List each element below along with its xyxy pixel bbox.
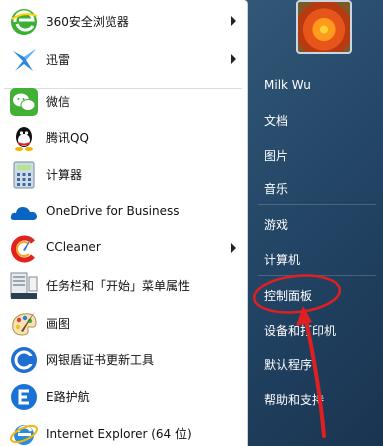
computer-link[interactable]: 计算机	[264, 251, 300, 268]
program-label: 画图	[46, 317, 71, 331]
e-escort-icon	[11, 384, 37, 410]
user-name-link[interactable]: Milk Wu	[264, 78, 311, 92]
program-label: 360安全浏览器	[46, 15, 129, 29]
program-label: 腾讯QQ	[46, 131, 89, 145]
program-calculator[interactable]: 计算器	[0, 156, 247, 193]
pictures-link[interactable]: 图片	[264, 147, 288, 164]
program-bank-shield-updater[interactable]: 网银盾证书更新工具	[0, 341, 247, 378]
ccleaner-icon	[11, 235, 35, 263]
documents-link[interactable]: 文档	[264, 112, 288, 129]
program-label: 网银盾证书更新工具	[46, 353, 155, 367]
divider	[258, 275, 376, 276]
music-link[interactable]: 音乐	[264, 180, 288, 197]
programs-pane: 360安全浏览器 迅雷 微信 腾讯QQ 计算器 OneDrive for Bus…	[0, 0, 248, 446]
games-link[interactable]: 游戏	[264, 216, 288, 233]
program-paint[interactable]: 画图	[0, 305, 247, 342]
program-xunlei[interactable]: 迅雷	[0, 41, 247, 78]
program-internet-explorer[interactable]: Internet Explorer (64 位)	[0, 415, 247, 446]
program-label: Internet Explorer (64 位)	[46, 427, 192, 441]
submenu-arrow-icon[interactable]	[231, 16, 236, 26]
program-360-browser[interactable]: 360安全浏览器	[0, 3, 247, 40]
program-wechat[interactable]: 微信	[0, 83, 247, 120]
program-label: 任务栏和「开始」菜单属性	[46, 279, 191, 293]
program-e-escort[interactable]: E路护航	[0, 378, 247, 415]
devices-printers-link[interactable]: 设备和打印机	[264, 322, 336, 339]
wechat-icon	[10, 88, 38, 116]
calculator-icon	[13, 161, 35, 189]
360-browser-icon	[11, 9, 38, 35]
bank-shield-icon	[11, 347, 37, 373]
paint-icon	[12, 311, 37, 336]
control-panel-link[interactable]: 控制面板	[264, 287, 312, 304]
start-menu: 360安全浏览器 迅雷 微信 腾讯QQ 计算器 OneDrive for Bus…	[0, 0, 383, 446]
taskbar-properties-icon	[10, 272, 38, 299]
onedrive-icon	[10, 207, 38, 220]
divider	[258, 204, 376, 205]
program-label: OneDrive for Business	[46, 204, 180, 218]
program-taskbar-properties[interactable]: 任务栏和「开始」菜单属性	[0, 267, 247, 304]
help-support-link[interactable]: 帮助和支持	[264, 391, 324, 408]
program-label: CCleaner	[46, 240, 101, 254]
program-label: 计算器	[46, 168, 83, 182]
program-ccleaner[interactable]: CCleaner	[0, 230, 247, 267]
program-onedrive[interactable]: OneDrive for Business	[0, 194, 247, 231]
program-label: E路护航	[46, 390, 90, 404]
ie-icon	[10, 424, 38, 445]
program-qq[interactable]: 腾讯QQ	[0, 119, 247, 156]
qq-icon	[15, 127, 33, 151]
submenu-arrow-icon[interactable]	[231, 243, 236, 253]
program-label: 迅雷	[46, 53, 71, 67]
submenu-arrow-icon[interactable]	[231, 54, 236, 64]
default-programs-link[interactable]: 默认程序	[264, 356, 312, 373]
user-avatar[interactable]	[296, 0, 352, 54]
xunlei-icon	[13, 49, 36, 71]
program-label: 微信	[46, 95, 71, 109]
